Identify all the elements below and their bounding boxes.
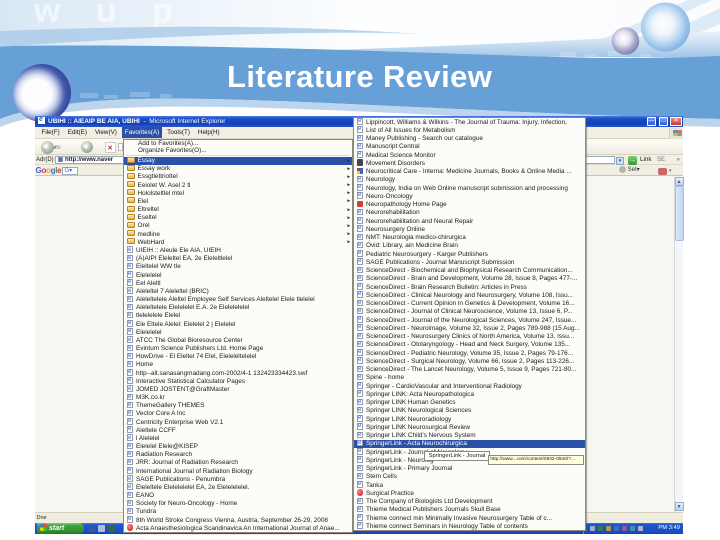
svg-text:w u p: w u p xyxy=(33,0,186,30)
